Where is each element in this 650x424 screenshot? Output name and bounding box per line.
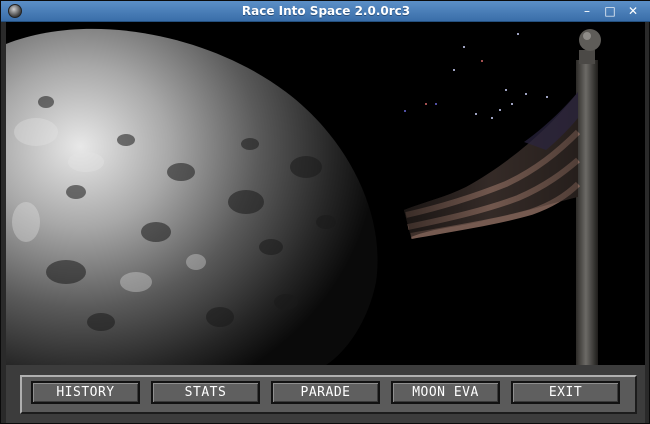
- moon-eva-button[interactable]: MOON EVA: [391, 381, 500, 404]
- parade-button[interactable]: PARADE: [271, 381, 380, 404]
- maximize-icon[interactable]: □: [602, 3, 618, 19]
- title-bar: Race Into Space 2.0.0rc3 – □ ✕: [1, 1, 650, 22]
- history-button[interactable]: HISTORY: [31, 381, 140, 404]
- window-title: Race Into Space 2.0.0rc3: [241, 4, 411, 18]
- flag-pole: [576, 29, 601, 365]
- app-window: Race Into Space 2.0.0rc3 – □ ✕ HISTORY S…: [0, 0, 650, 424]
- game-scene: [6, 22, 645, 365]
- exit-button[interactable]: EXIT: [511, 381, 620, 404]
- close-icon[interactable]: ✕: [625, 3, 641, 19]
- menu-panel: HISTORY STATS PARADE MOON EVA EXIT: [6, 365, 645, 423]
- stats-button[interactable]: STATS: [151, 381, 260, 404]
- moon-flag-illustration: [6, 22, 645, 365]
- minimize-icon[interactable]: –: [579, 3, 595, 19]
